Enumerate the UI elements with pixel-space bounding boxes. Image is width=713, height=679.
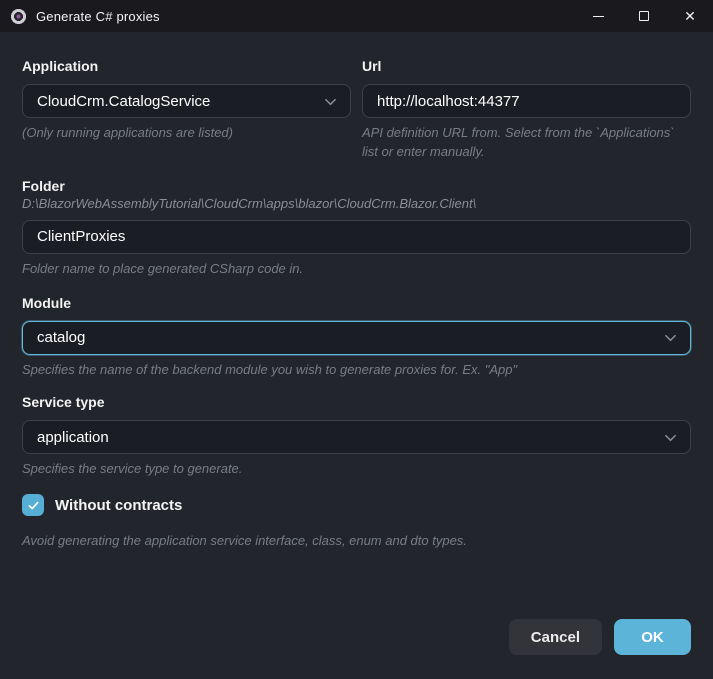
folder-label: Folder — [22, 178, 691, 194]
module-label: Module — [22, 295, 691, 311]
title-bar: Generate C# proxies ✕ — [0, 0, 713, 32]
service-type-label: Service type — [22, 394, 691, 410]
application-hint: (Only running applications are listed) — [22, 124, 351, 143]
without-contracts-hint: Avoid generating the application service… — [22, 532, 691, 551]
close-icon: ✕ — [684, 9, 696, 23]
generate-proxies-dialog: Generate C# proxies ✕ Application CloudC… — [0, 0, 713, 666]
minimize-button[interactable] — [575, 0, 621, 32]
without-contracts-checkbox[interactable] — [22, 494, 44, 516]
application-label: Application — [22, 58, 351, 74]
application-field: Application CloudCrm.CatalogService (Onl… — [22, 58, 351, 162]
dialog-body: Application CloudCrm.CatalogService (Onl… — [0, 32, 713, 679]
cancel-button[interactable]: Cancel — [509, 619, 602, 655]
chevron-down-icon — [323, 94, 338, 109]
url-input[interactable] — [362, 84, 691, 118]
url-hint: API definition URL from. Select from the… — [362, 124, 691, 162]
close-button[interactable]: ✕ — [667, 0, 713, 32]
application-select-value: CloudCrm.CatalogService — [35, 93, 210, 110]
url-label: Url — [362, 58, 691, 74]
check-icon — [27, 499, 40, 512]
without-contracts-row[interactable]: Without contracts — [22, 494, 691, 516]
service-type-select[interactable]: application — [22, 420, 691, 454]
minimize-icon — [593, 16, 604, 17]
folder-path: D:\BlazorWebAssemblyTutorial\CloudCrm\ap… — [22, 196, 691, 211]
service-type-field: Service type application Specifies the s… — [22, 394, 691, 479]
chevron-down-icon — [663, 430, 678, 445]
ok-button[interactable]: OK — [614, 619, 691, 655]
application-select[interactable]: CloudCrm.CatalogService — [22, 84, 351, 118]
maximize-button[interactable] — [621, 0, 667, 32]
maximize-icon — [639, 11, 649, 21]
without-contracts-label: Without contracts — [55, 497, 182, 514]
folder-field: Folder D:\BlazorWebAssemblyTutorial\Clou… — [22, 178, 691, 279]
service-type-hint: Specifies the service type to generate. — [22, 460, 691, 479]
chevron-down-icon — [663, 330, 678, 345]
url-field: Url API definition URL from. Select from… — [362, 58, 691, 162]
module-hint: Specifies the name of the backend module… — [22, 361, 691, 380]
module-select[interactable]: catalog — [22, 321, 691, 355]
folder-hint: Folder name to place generated CSharp co… — [22, 260, 691, 279]
module-field: Module catalog Specifies the name of the… — [22, 295, 691, 380]
window-title: Generate C# proxies — [36, 9, 160, 24]
module-select-value: catalog — [35, 329, 85, 346]
window-controls: ✕ — [575, 0, 713, 32]
app-logo-icon — [10, 8, 27, 25]
service-type-select-value: application — [35, 429, 109, 446]
dialog-footer: Cancel OK — [22, 619, 691, 679]
folder-input[interactable] — [22, 220, 691, 254]
